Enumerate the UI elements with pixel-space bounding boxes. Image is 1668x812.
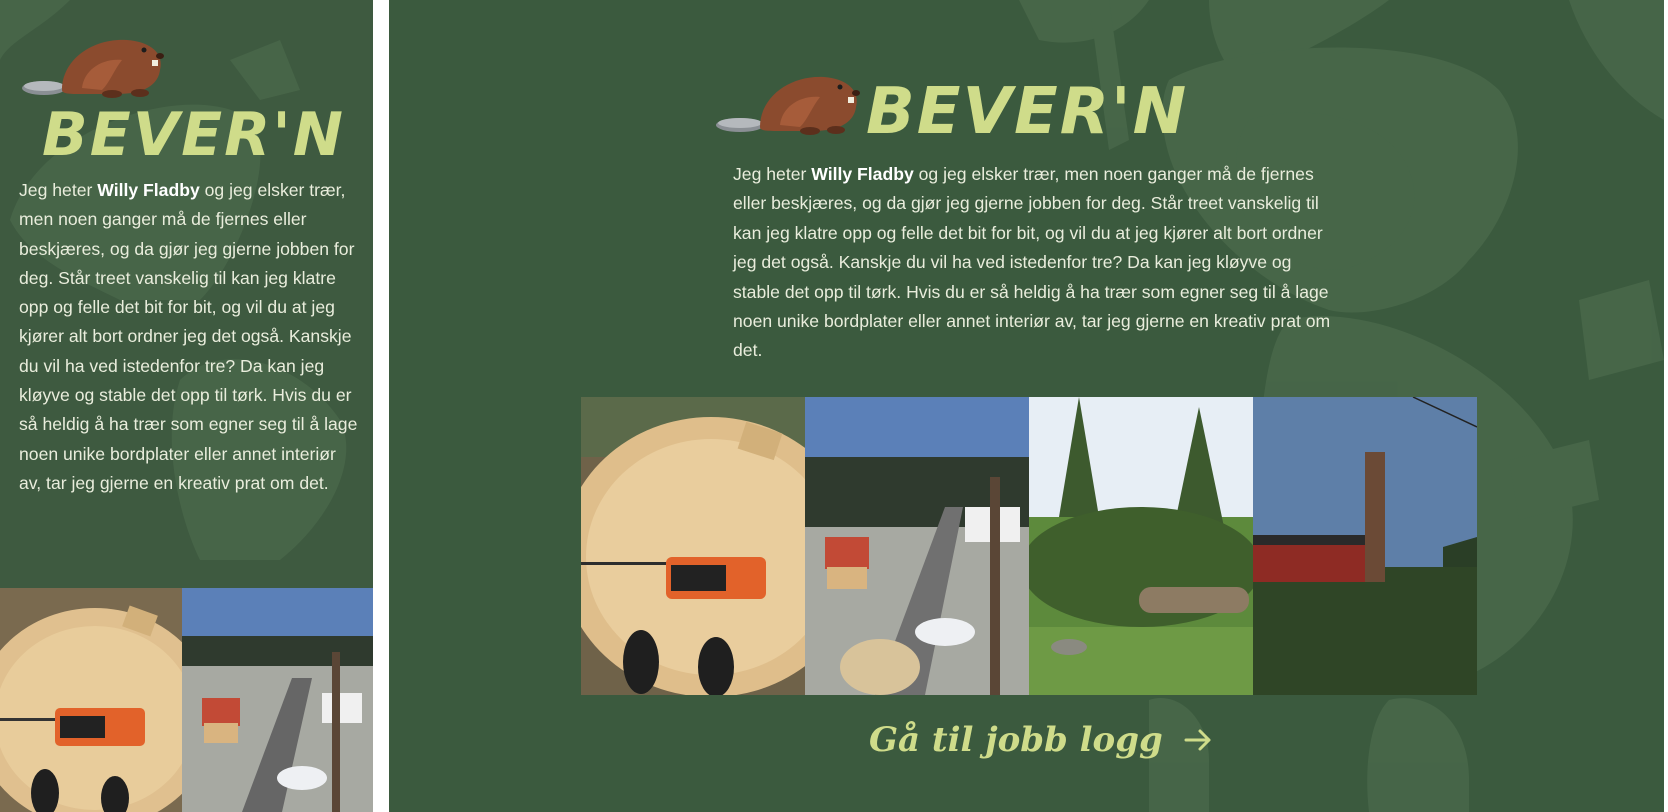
mobile-photo-strip: [0, 588, 373, 812]
stump-chainsaw-image: [581, 397, 805, 695]
bio-text: Jeg heter Willy Fladby og jeg elsker træ…: [19, 176, 359, 498]
brand-title: BEVER'N: [866, 75, 1189, 149]
bio-owner-name: Willy Fladby: [97, 180, 200, 200]
job-log-link[interactable]: Gå til jobb logg: [869, 720, 1215, 760]
photo-trunk-red-house[interactable]: [1253, 397, 1477, 695]
photo-aerial-village[interactable]: [805, 397, 1029, 695]
mobile-preview-panel: BEVER'N Jeg heter Willy Fladby og jeg el…: [0, 0, 373, 812]
aerial-village-image: [805, 397, 1029, 695]
brand-title: BEVER'N: [42, 100, 345, 170]
bio-intro: Jeg heter: [733, 164, 812, 184]
photo-gallery: [581, 397, 1477, 695]
bio-owner-name: Willy Fladby: [811, 164, 914, 184]
beaver-logo-icon: [22, 39, 164, 98]
photo-stump-chainsaw[interactable]: [0, 588, 182, 812]
desktop-preview-panel: BEVER'N Jeg heter Willy Fladby og jeg el…: [389, 0, 1664, 812]
bio-body: og jeg elsker trær, men noen ganger må d…: [19, 180, 358, 493]
photo-stump-chainsaw[interactable]: [581, 397, 805, 695]
photo-fallen-trees[interactable]: [1029, 397, 1253, 695]
photo-aerial-village[interactable]: [182, 588, 373, 812]
arrow-right-icon: [1184, 729, 1211, 751]
fallen-trees-image: [1029, 397, 1253, 695]
bio-text: Jeg heter Willy Fladby og jeg elsker træ…: [733, 160, 1333, 366]
aerial-village-image: [182, 588, 373, 812]
job-log-label: Gå til jobb logg: [869, 720, 1163, 760]
stump-chainsaw-image: [0, 588, 182, 812]
bio-intro: Jeg heter: [19, 180, 98, 200]
bio-body: og jeg elsker trær, men noen ganger må d…: [733, 164, 1331, 361]
trunk-red-house-image: [1253, 397, 1477, 695]
beaver-logo-icon: [716, 76, 860, 135]
